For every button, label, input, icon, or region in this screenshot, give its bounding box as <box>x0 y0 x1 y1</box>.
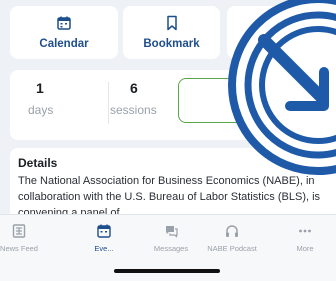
share-label: Share <box>267 38 299 50</box>
bookmark-button[interactable]: Bookmark <box>123 6 220 59</box>
more-dots-icon <box>299 229 311 233</box>
calendar-icon <box>97 224 111 238</box>
tab-messages-label: Messages <box>153 244 189 253</box>
details-title: Details <box>18 156 58 170</box>
newspaper-icon <box>12 224 26 238</box>
agenda-label: Agenda <box>239 93 287 108</box>
sessions-count: 6 <box>130 80 138 96</box>
sessions-label: sessions <box>110 103 157 117</box>
event-stats-card: 1 days 6 sessions Agenda <box>10 70 336 140</box>
home-indicator <box>114 269 220 273</box>
tab-messages[interactable]: Messages <box>141 223 201 253</box>
tab-news-feed-label: News Feed <box>0 244 38 253</box>
headphones-icon <box>226 225 238 237</box>
tab-more[interactable]: More <box>275 223 335 253</box>
calendar-icon <box>57 16 71 30</box>
tab-nabe-podcast-label: NABE Podcast <box>207 244 257 253</box>
tab-nabe-podcast[interactable]: NABE Podcast <box>202 223 262 253</box>
share-button[interactable]: Share <box>227 6 336 59</box>
share-icon <box>277 15 289 30</box>
tab-events[interactable]: Eve... <box>74 223 134 253</box>
tab-events-label: Eve... <box>94 244 114 253</box>
bookmark-label: Bookmark <box>143 38 200 50</box>
calendar-label: Calendar <box>39 38 89 50</box>
days-count: 1 <box>36 80 44 96</box>
tab-news-feed[interactable]: News Feed <box>0 223 49 253</box>
tab-more-label: More <box>296 244 314 253</box>
stats-divider <box>108 82 109 124</box>
agenda-button[interactable]: Agenda <box>178 78 336 123</box>
calendar-button[interactable]: Calendar <box>10 6 118 59</box>
chat-bubbles-icon <box>166 226 178 238</box>
days-label: days <box>28 103 54 117</box>
bookmark-icon <box>166 15 177 31</box>
